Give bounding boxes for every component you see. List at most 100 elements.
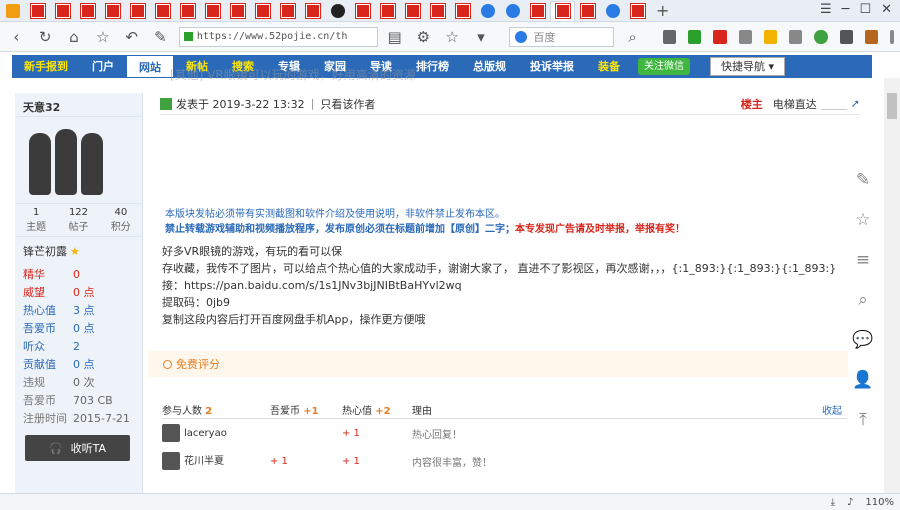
search-icon[interactable]: ⌕ [848,280,878,320]
reader-icon[interactable]: ▤ [384,26,405,48]
search-box[interactable]: 百度 [509,26,615,47]
nav-item[interactable]: 装备 [586,55,632,78]
tab[interactable] [450,1,475,21]
dropdown-icon[interactable]: ▾ [471,26,492,48]
tab[interactable] [50,1,75,21]
tab-github[interactable] [325,1,350,21]
tab[interactable] [225,1,250,21]
download-icon[interactable]: ⤓ [831,497,835,508]
tab[interactable] [475,1,500,21]
status-bar: ⤓ ♪ 110% [0,493,900,510]
tab[interactable] [100,1,125,21]
new-tab-icon[interactable]: + [650,1,675,20]
chat-icon[interactable]: 💬 [848,320,878,360]
edit-icon[interactable]: ✎ [848,160,878,200]
rating-user[interactable]: 花川半夏 [162,452,270,470]
tab-active[interactable] [550,0,575,21]
notice-text: 禁止转载游戏辅助和视频播放程序，发布原创必须在标题前增加【原创】二字； [165,224,515,235]
floor-jump-input[interactable] [820,98,847,110]
settings-icon[interactable]: ⚙ [413,26,434,48]
row-key: 吾爱币 [23,322,56,335]
tab-app[interactable] [0,1,25,21]
rating-table: 参与人数 2 吾爱币 +1 热心值 +2 理由 收起 laceryao + 1 … [162,401,847,475]
avatar[interactable] [25,125,103,195]
video-icon[interactable] [839,29,853,44]
extension-icon[interactable] [763,29,778,44]
address-bar[interactable]: https://www.52pojie.cn/th [178,26,379,47]
nav-item[interactable]: 门户 [80,55,126,78]
floor-jump[interactable]: 电梯直达 [773,96,817,112]
zoom-level[interactable]: 110% [865,497,894,508]
tab[interactable] [250,1,275,21]
listen-button[interactable]: 🎧 收听TA [25,435,130,461]
grid-icon[interactable] [738,29,752,44]
menu-icon[interactable]: ☰ [820,2,832,17]
tab[interactable] [275,1,300,21]
volume-icon[interactable]: ♪ [847,497,853,508]
nav-item-current[interactable]: 网站 [126,55,174,78]
quick-nav-button[interactable]: 快捷导航 ▾ [710,57,786,76]
back-to-top-icon[interactable]: ⤒ [848,400,878,440]
refresh-icon[interactable]: ↻ [35,26,56,48]
headphone-icon: 🎧 [48,441,63,455]
tab[interactable] [75,1,100,21]
row-key: 热心值 [23,304,56,317]
undo-icon[interactable]: ↶ [121,26,142,48]
tab[interactable] [350,1,375,21]
header-cell: 理由 [412,406,432,417]
tab[interactable] [125,1,150,21]
user-icon[interactable]: 👤 [848,360,878,400]
maximize-icon[interactable]: ☐ [859,2,871,17]
tab[interactable] [25,1,50,21]
tab[interactable] [200,1,225,21]
minimize-icon[interactable]: ─ [842,2,850,17]
tools-icon[interactable]: ✎ [150,26,171,48]
collapse-link[interactable]: 收起 [822,402,847,417]
scrollbar[interactable] [884,78,900,493]
wechat-follow-button[interactable]: 关注微信 [638,58,690,75]
search-icon[interactable]: ⌕ [622,26,643,48]
tab[interactable] [150,1,175,21]
star-icon[interactable]: ☆ [848,200,878,240]
rating-user[interactable]: laceryao [162,424,270,442]
cart-icon[interactable] [662,29,677,44]
only-author-link[interactable]: 只看该作者 [320,96,375,112]
stat-credits[interactable]: 40 积分 [100,204,142,236]
tab[interactable] [300,1,325,21]
username[interactable]: 天意32 [15,93,142,117]
rating-title[interactable]: 免费评分 [176,356,220,372]
stat-posts[interactable]: 122 帖子 [57,204,99,236]
screenshot-icon[interactable] [789,29,803,44]
back-icon[interactable]: ‹ [6,26,27,48]
stat-threads[interactable]: 1 主题 [15,204,57,236]
site-icon [55,3,70,18]
game-icon[interactable] [688,29,702,44]
tab[interactable] [175,1,200,21]
tab[interactable] [425,1,450,21]
site-icon [155,3,170,18]
nav-item[interactable]: 总版规 [461,55,518,78]
board-notice: 本版块发帖必须带有实测截图和软件介绍及使用说明，非软件禁止发布本区。 禁止转载游… [165,207,855,237]
tab[interactable] [400,1,425,21]
home-icon[interactable]: ⌂ [64,26,85,48]
leaf-icon[interactable] [814,29,828,44]
bookmark-star-icon[interactable]: ☆ [92,26,113,48]
tab[interactable] [600,1,625,21]
close-icon[interactable]: ✕ [881,2,892,17]
tab[interactable] [575,1,600,21]
list-icon[interactable]: ≡ [848,240,878,280]
tab[interactable] [375,1,400,21]
nav-item[interactable]: 新手报到 [12,55,80,78]
more-icon[interactable] [890,29,894,44]
scroll-thumb[interactable] [887,93,897,119]
apps-icon[interactable] [713,29,727,44]
rank-label[interactable]: 锋芒初露 [23,243,67,259]
favorite-icon[interactable]: ☆ [442,26,463,48]
tab[interactable] [500,1,525,21]
bag-icon[interactable] [864,29,879,44]
jump-icon[interactable]: ➚ [851,97,860,110]
nav-item[interactable]: 投诉举报 [518,55,586,78]
tab[interactable] [525,1,550,21]
profile-row: 违规 0 次 [15,373,142,391]
tab[interactable] [625,1,650,21]
